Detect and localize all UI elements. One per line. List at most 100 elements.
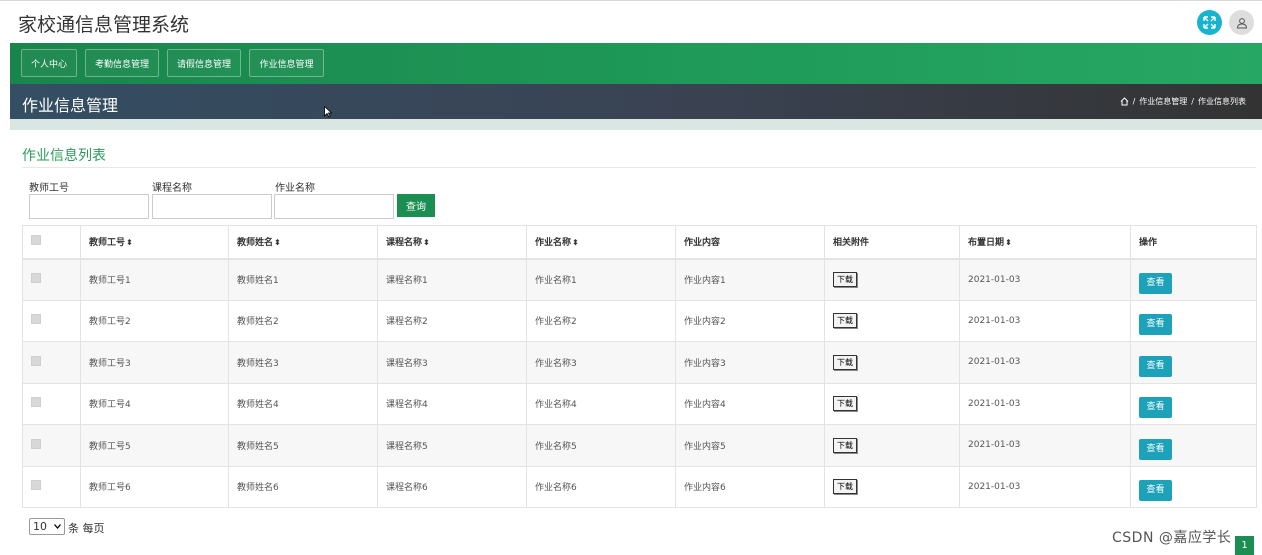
download-button[interactable]: 下载	[833, 354, 857, 370]
select-all-cell	[22, 225, 81, 260]
homework-name-label: 作业名称	[275, 183, 315, 194]
column-header[interactable]: 教师工号⬍	[80, 225, 229, 260]
sort-icon[interactable]: ⬍	[1005, 238, 1012, 247]
action-cell: 查看	[1130, 382, 1257, 425]
table-row: 教师工号3 教师姓名3 课程名称3 作业名称3 作业内容3 下载 2021-01-03 查看	[22, 341, 1257, 384]
table-cell: 教师姓名2	[228, 299, 378, 342]
table-header-row: 教师工号⬍ 教师姓名⬍ 课程名称⬍ 作业名称⬍ 作业内容 相关附件 布置日期⬍ …	[22, 225, 1257, 260]
table-cell: 作业名称3	[526, 341, 676, 384]
page-number-button[interactable]: 1	[1235, 536, 1254, 555]
action-cell: 查看	[1130, 424, 1257, 467]
user-menu-button[interactable]	[1229, 10, 1254, 35]
column-header: 操作	[1130, 225, 1257, 260]
row-select-cell	[22, 341, 81, 384]
table-cell: 教师姓名4	[228, 382, 378, 425]
table-cell: 2021-01-03	[959, 299, 1131, 342]
view-button[interactable]: 查看	[1139, 480, 1172, 502]
per-page-label: 条 每页	[68, 522, 105, 535]
column-header[interactable]: 课程名称⬍	[377, 225, 527, 260]
download-button[interactable]: 下载	[833, 313, 857, 329]
nav-item-homework[interactable]: 作业信息管理	[249, 49, 324, 77]
row-checkbox[interactable]	[31, 438, 41, 449]
table-cell: 课程名称2	[377, 299, 527, 342]
table-cell: 教师工号6	[80, 465, 229, 508]
attachment-cell: 下载	[824, 341, 960, 384]
view-button[interactable]: 查看	[1139, 273, 1172, 294]
table-row: 教师工号5 教师姓名5 课程名称5 作业名称5 作业内容5 下载 2021-01-03 查看	[22, 424, 1257, 467]
title-divider	[22, 167, 1256, 168]
table-cell: 教师工号3	[80, 341, 229, 384]
table-cell: 2021-01-03	[959, 341, 1131, 384]
column-header: 作业内容	[675, 225, 825, 260]
select-all-checkbox[interactable]	[31, 235, 41, 246]
row-checkbox[interactable]	[31, 397, 41, 408]
row-checkbox[interactable]	[31, 314, 41, 325]
table-cell: 作业名称5	[526, 424, 676, 467]
attachment-cell: 下载	[824, 382, 960, 425]
home-icon[interactable]	[1120, 97, 1129, 106]
table-row: 教师工号6 教师姓名6 课程名称6 作业名称6 作业内容6 下载 2021-01-03 查看	[22, 465, 1257, 508]
teacher-id-input[interactable]	[29, 194, 149, 219]
row-select-cell	[22, 299, 81, 342]
breadcrumb-item-homework-list: 作业信息列表	[1198, 97, 1246, 106]
row-checkbox[interactable]	[31, 355, 41, 366]
column-header[interactable]: 教师姓名⬍	[228, 225, 378, 260]
download-button[interactable]: 下载	[833, 272, 857, 287]
page-size-select[interactable]: 10	[29, 518, 65, 535]
action-cell: 查看	[1130, 258, 1257, 301]
table-cell: 教师工号4	[80, 382, 229, 425]
table-cell: 教师工号2	[80, 299, 229, 342]
table-cell: 2021-01-03	[959, 258, 1131, 301]
sort-icon[interactable]: ⬍	[126, 238, 133, 247]
sort-icon[interactable]: ⬍	[572, 238, 579, 247]
cursor-icon	[324, 105, 333, 118]
download-button[interactable]: 下载	[833, 479, 857, 495]
download-button[interactable]: 下载	[833, 396, 857, 412]
main-nav: 个人中心 考勤信息管理 请假信息管理 作业信息管理	[10, 43, 1262, 84]
column-header[interactable]: 布置日期⬍	[959, 225, 1131, 260]
table-row: 教师工号1 教师姓名1 课程名称1 作业名称1 作业内容1 下载 2021-01-03 查看	[22, 258, 1257, 301]
table-cell: 作业内容3	[675, 341, 825, 384]
query-button[interactable]: 查询	[397, 194, 435, 217]
breadcrumb-item-homework-management[interactable]: 作业信息管理	[1139, 96, 1187, 107]
page-header: 作业信息管理 / 作业信息管理 / 作业信息列表	[10, 84, 1262, 119]
view-button[interactable]: 查看	[1139, 314, 1172, 336]
table-cell: 课程名称1	[377, 258, 527, 301]
view-button[interactable]: 查看	[1139, 355, 1172, 377]
row-checkbox[interactable]	[31, 480, 41, 491]
table-cell: 教师工号1	[80, 258, 229, 301]
view-button[interactable]: 查看	[1139, 438, 1172, 460]
table-cell: 2021-01-03	[959, 382, 1131, 425]
attachment-cell: 下载	[824, 258, 960, 301]
action-cell: 查看	[1130, 465, 1257, 508]
expand-icon	[1203, 16, 1216, 29]
sort-icon[interactable]: ⬍	[423, 238, 430, 247]
homework-name-input[interactable]	[274, 194, 394, 219]
watermark: CSDN @嘉应学长	[1112, 530, 1232, 546]
attachment-cell: 下载	[824, 299, 960, 342]
table-cell: 2021-01-03	[959, 465, 1131, 508]
sort-icon[interactable]: ⬍	[274, 238, 281, 247]
table-cell: 2021-01-03	[959, 424, 1131, 467]
download-button[interactable]: 下载	[833, 437, 857, 453]
view-button[interactable]: 查看	[1139, 397, 1172, 419]
nav-item-personal-center[interactable]: 个人中心	[21, 49, 77, 77]
table-cell: 作业内容1	[675, 258, 825, 301]
table-cell: 作业内容4	[675, 382, 825, 425]
action-cell: 查看	[1130, 341, 1257, 384]
table-cell: 课程名称5	[377, 424, 527, 467]
row-checkbox[interactable]	[31, 273, 41, 283]
page-title: 作业信息管理	[22, 96, 119, 115]
breadcrumb-separator: /	[1191, 97, 1194, 106]
fullscreen-button[interactable]	[1197, 10, 1222, 35]
column-header[interactable]: 作业名称⬍	[526, 225, 676, 260]
course-name-input[interactable]	[152, 194, 272, 219]
table-cell: 作业内容5	[675, 424, 825, 467]
table-cell: 课程名称3	[377, 341, 527, 384]
attachment-cell: 下载	[824, 424, 960, 467]
breadcrumb-separator: /	[1132, 97, 1136, 106]
nav-item-leave[interactable]: 请假信息管理	[167, 49, 241, 77]
nav-item-attendance[interactable]: 考勤信息管理	[85, 49, 159, 77]
row-select-cell	[22, 382, 81, 425]
table-cell: 教师工号5	[80, 424, 229, 467]
